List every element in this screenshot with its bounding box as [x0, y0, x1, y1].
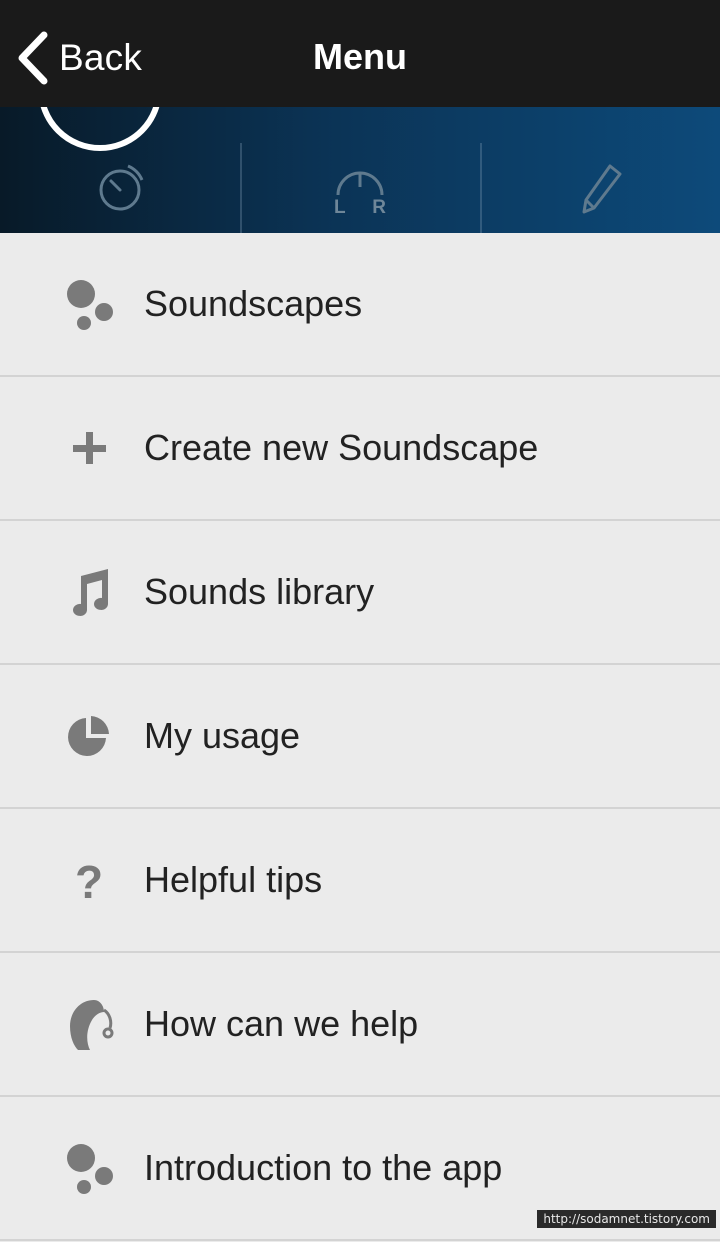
menu-item-how-can-we-help[interactable]: How can we help [0, 953, 720, 1097]
menu-item-label: Create new Soundscape [144, 427, 539, 468]
menu-list: Soundscapes Create new Soundscape Sounds… [0, 233, 720, 1241]
pencil-icon [582, 164, 622, 214]
header-controls: L R [0, 143, 720, 233]
menu-item-label: How can we help [144, 1003, 419, 1044]
menu-item-sounds-library[interactable]: Sounds library [0, 521, 720, 665]
balance-left-label: L [334, 197, 346, 218]
top-nav-bar: Back Menu [0, 0, 720, 107]
menu-item-soundscapes[interactable]: Soundscapes [0, 233, 720, 377]
question-icon: ? [0, 809, 144, 951]
soundscape-dots-icon [0, 233, 144, 375]
menu-item-label: My usage [144, 715, 301, 756]
balance-lr-icon: L R [330, 157, 390, 219]
timer-button[interactable] [0, 143, 240, 233]
music-note-icon [0, 521, 144, 663]
watermark: http://sodamnet.tistory.com [537, 1210, 716, 1228]
edit-button[interactable] [480, 143, 720, 233]
soundscape-dots-icon [0, 1097, 144, 1239]
soundscape-header: L R [0, 107, 720, 233]
timer-icon [99, 164, 144, 211]
menu-item-label: Helpful tips [144, 859, 323, 900]
menu-item-label: Introduction to the app [144, 1147, 503, 1188]
menu-item-label: Sounds library [144, 571, 375, 612]
hearing-aid-icon [0, 953, 144, 1095]
page-title: Menu [313, 36, 407, 77]
balance-button[interactable]: L R [240, 143, 480, 233]
menu-item-create-soundscape[interactable]: Create new Soundscape [0, 377, 720, 521]
menu-item-label: Soundscapes [144, 283, 363, 324]
menu-item-helpful-tips[interactable]: ? Helpful tips [0, 809, 720, 953]
plus-icon [0, 377, 144, 519]
svg-text:?: ? [75, 856, 103, 908]
menu-item-my-usage[interactable]: My usage [0, 665, 720, 809]
pie-chart-icon [0, 665, 144, 807]
balance-right-label: R [372, 197, 386, 218]
